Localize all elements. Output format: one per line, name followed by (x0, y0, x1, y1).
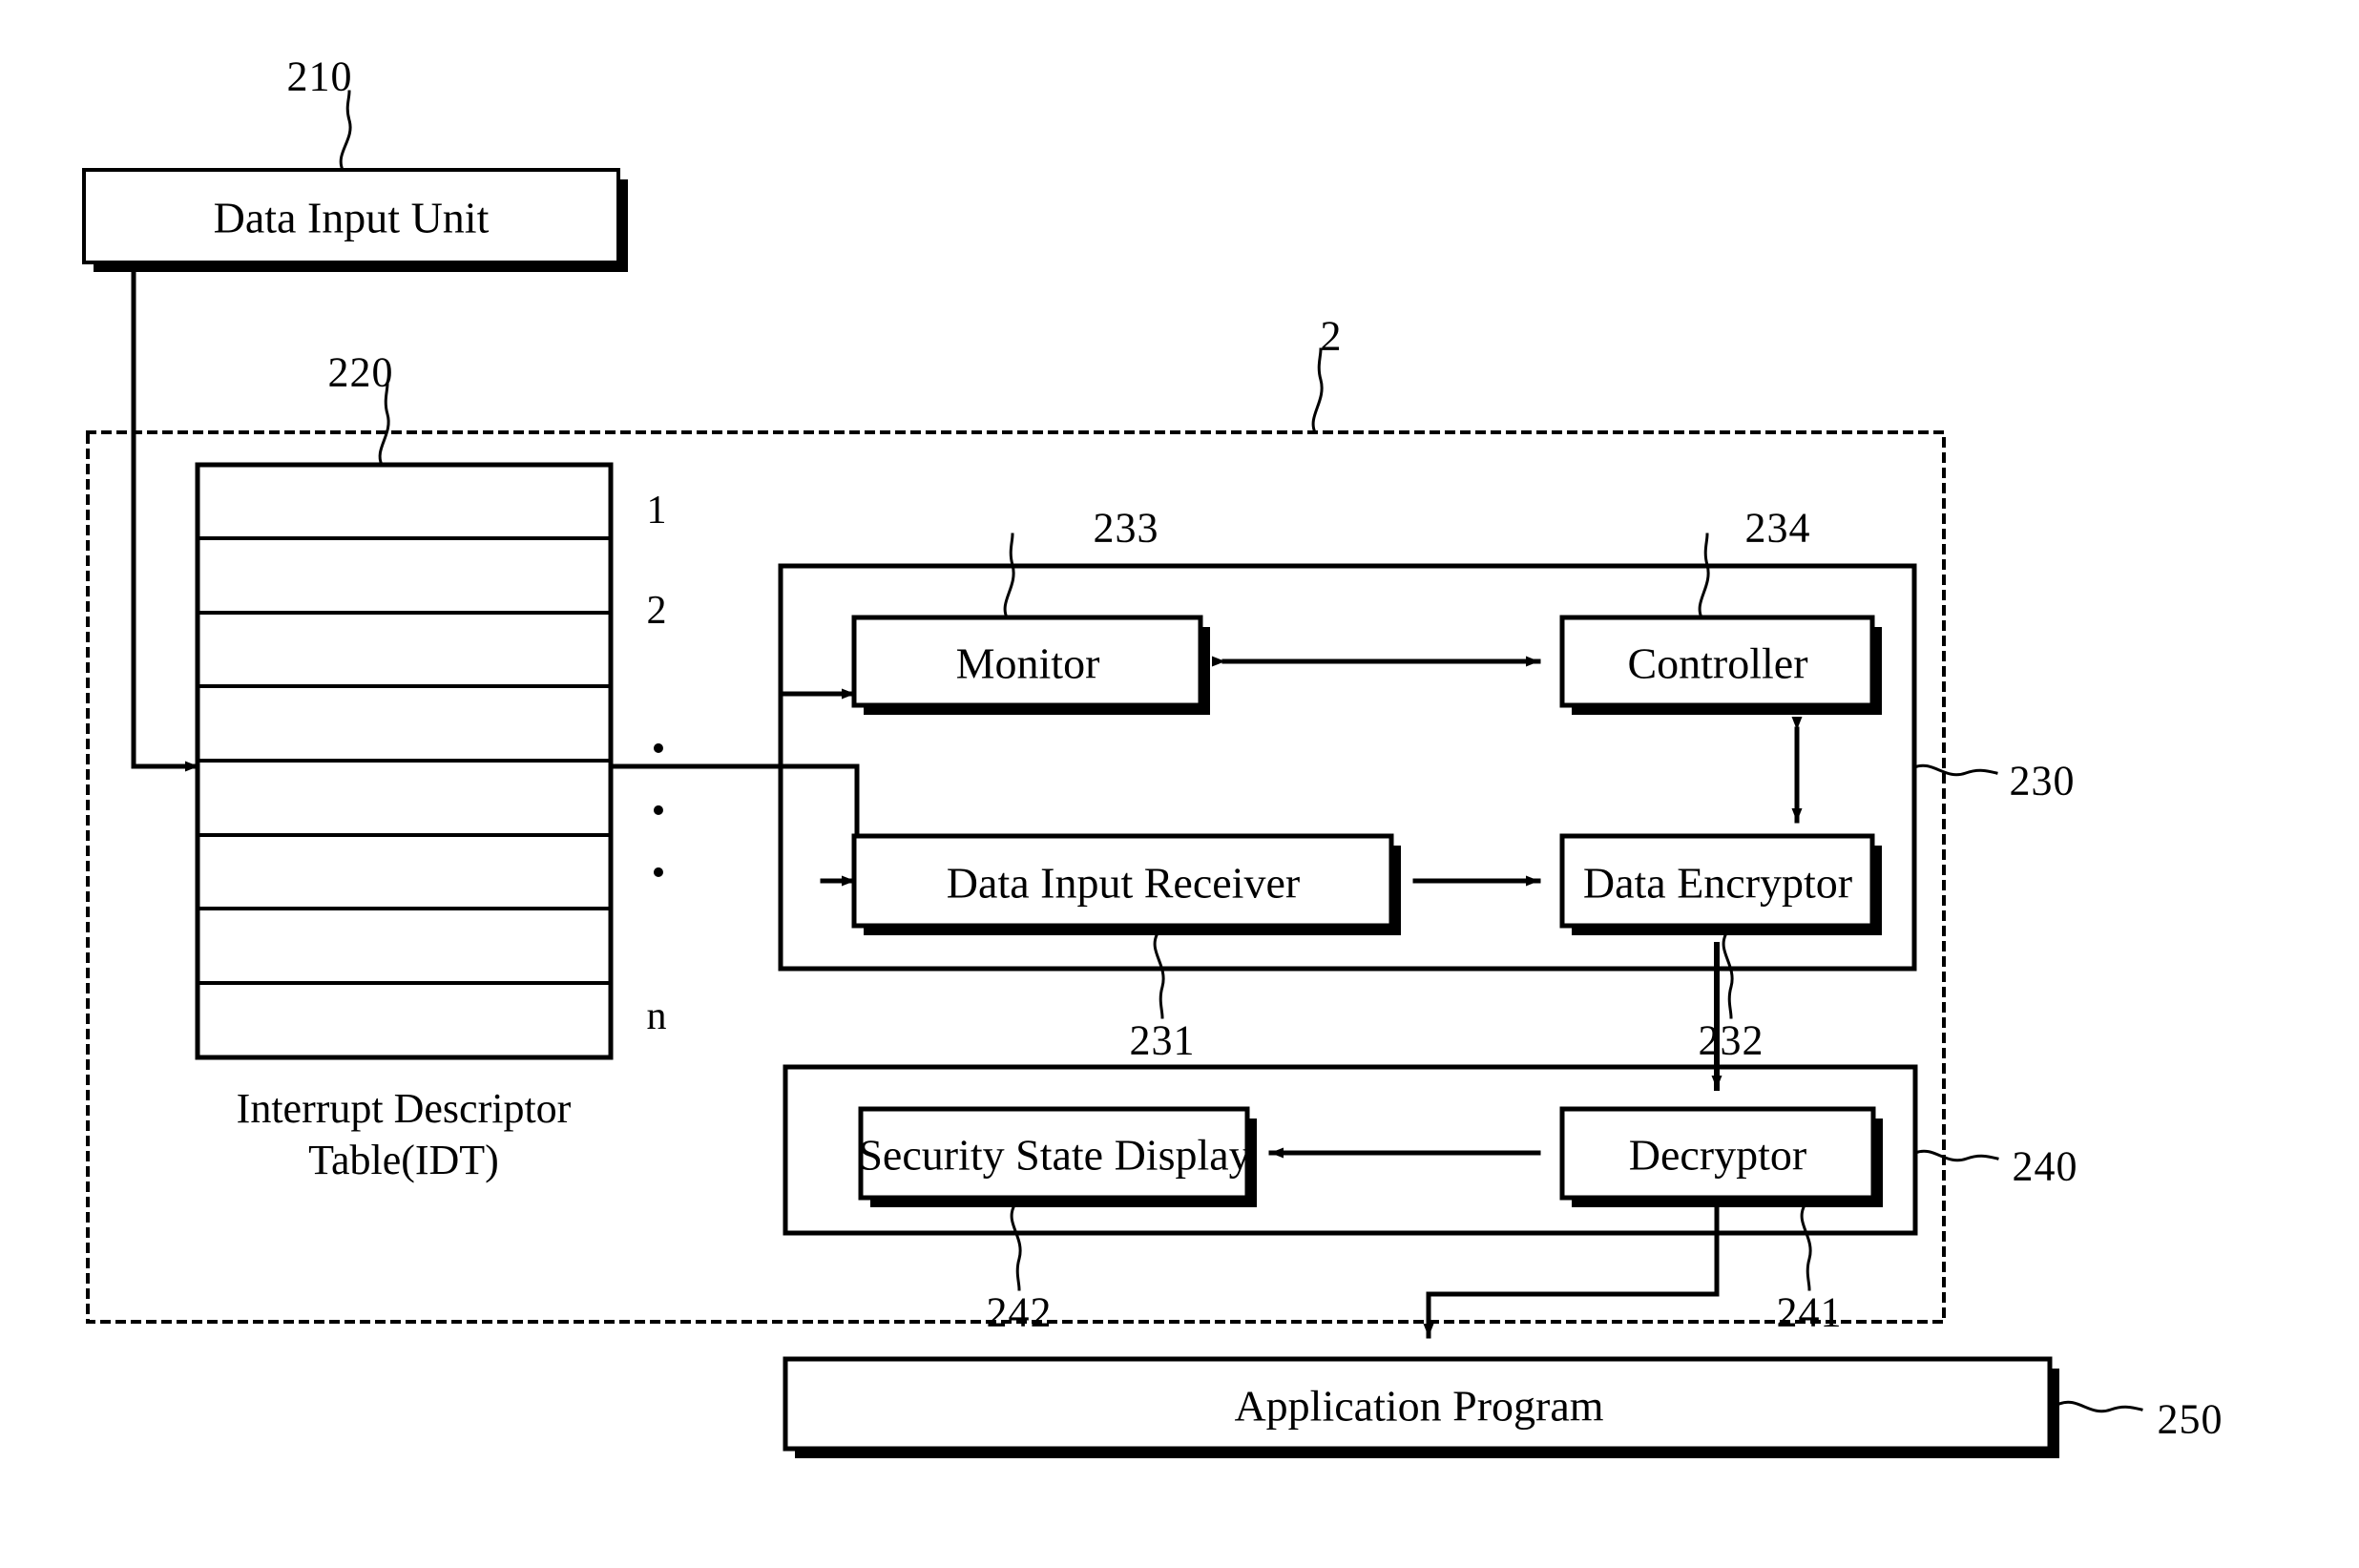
arrow-decryptor-to-app (1423, 1204, 1720, 1339)
leader-231 (1153, 933, 1165, 1019)
ref-230: 230 (2009, 757, 2076, 805)
ref-241: 241 (1776, 1288, 1843, 1336)
ref-220: 220 (327, 348, 394, 396)
idt-row-label-n: n (646, 994, 667, 1038)
idt-row-label-dot-2: • (651, 789, 666, 833)
branch-to-receiver (778, 763, 860, 884)
idt-caption-line-2: Table(IDT) (308, 1136, 499, 1183)
ref-232: 232 (1698, 1016, 1764, 1064)
leader-233 (1003, 533, 1015, 619)
leader-2 (1311, 347, 1324, 434)
application-program-label: Application Program (1234, 1381, 1604, 1431)
monitor-label: Monitor (955, 638, 1100, 688)
ref-210: 210 (286, 52, 353, 100)
leader-234 (1698, 533, 1710, 619)
idt-caption-line-1: Interrupt Descriptor (236, 1085, 572, 1132)
idt-row-label-1: 1 (646, 489, 667, 533)
arrow-input-to-idt (131, 269, 200, 772)
leader-210 (339, 90, 352, 172)
data-input-receiver-label: Data Input Receiver (946, 858, 1301, 908)
ref-234: 234 (1744, 504, 1811, 552)
leader-242 (1010, 1205, 1022, 1291)
branch-to-monitor (778, 688, 857, 769)
idt-row-label-dot-3: • (651, 851, 666, 895)
idt-caption: Interrupt Descriptor Table(IDT) (170, 1083, 637, 1185)
idt-row-label-dot-1: • (651, 727, 666, 771)
decryptor-label: Decryptor (1628, 1130, 1807, 1180)
leader-241 (1800, 1205, 1812, 1291)
leader-232 (1722, 933, 1734, 1019)
ref-240: 240 (2012, 1142, 2078, 1190)
leader-230 (1912, 763, 1998, 777)
leader-240 (1913, 1149, 1999, 1162)
leader-250 (2057, 1400, 2143, 1413)
data-input-unit-label: Data Input Unit (213, 193, 490, 242)
controller-label: Controller (1627, 638, 1808, 688)
security-state-display-label: Security State Display (858, 1130, 1251, 1180)
idt-row-label-2: 2 (646, 589, 667, 633)
ref-250: 250 (2157, 1395, 2223, 1443)
figure-canvas: 210 220 2 233 234 230 231 232 240 242 24… (0, 0, 2359, 1568)
ref-233: 233 (1093, 504, 1159, 552)
ref-242: 242 (986, 1288, 1053, 1336)
data-encryptor-label: Data Encryptor (1582, 858, 1853, 908)
ref-231: 231 (1129, 1016, 1196, 1064)
ref-2: 2 (1320, 312, 1343, 360)
